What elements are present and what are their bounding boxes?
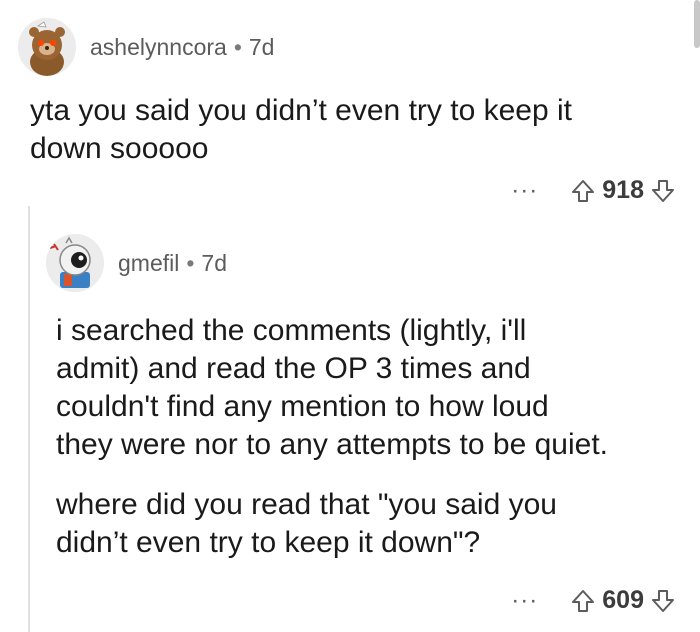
upvote-arrow-icon[interactable] — [570, 588, 596, 614]
vote-score: 918 — [602, 176, 644, 204]
user-avatar[interactable] — [18, 18, 76, 76]
comment-body: i searched the comments (lightly, i'll a… — [56, 312, 608, 562]
meta-separator: • — [186, 249, 195, 276]
username[interactable]: gmefil — [118, 250, 179, 277]
more-options-button[interactable]: ··· — [511, 177, 538, 205]
comment-text-line: admit) and read the OP 3 times and — [56, 352, 531, 385]
vote-score: 609 — [602, 586, 644, 614]
comment-text-line: didn’t even try to keep it down"? — [56, 526, 481, 559]
comment-actions: ··· 918 — [511, 176, 676, 205]
comment-actions: ··· 609 — [511, 586, 676, 615]
timestamp: 7d — [248, 33, 275, 60]
downvote-arrow-icon[interactable] — [650, 178, 676, 204]
more-options-button[interactable]: ··· — [511, 587, 538, 615]
comment-header: gmefil • 7d — [46, 234, 227, 292]
thread-line[interactable] — [28, 206, 30, 632]
snoo-bear-avatar-icon — [18, 18, 76, 76]
meta-separator: • — [233, 33, 242, 60]
user-avatar[interactable] — [46, 234, 104, 292]
scrollbar[interactable] — [694, 0, 700, 48]
comment-header: ashelynncora • 7d — [18, 18, 274, 76]
comment-text-line: i searched the comments (lightly, i'll — [56, 314, 527, 347]
comment-body: yta you said you didn’t even try to keep… — [30, 92, 572, 168]
comment-text-line: couldn't find any mention to how loud — [56, 390, 549, 423]
upvote-arrow-icon[interactable] — [570, 178, 596, 204]
username[interactable]: ashelynncora — [90, 34, 227, 61]
timestamp: 7d — [201, 249, 228, 276]
comment-text-line: yta you said you didn’t even try to keep… — [30, 94, 572, 127]
snoo-robot-avatar-icon — [46, 234, 104, 292]
comment-text-line: down sooooo — [30, 132, 209, 165]
comment-text-line: they were nor to any attempts to be quie… — [56, 428, 608, 461]
downvote-arrow-icon[interactable] — [650, 588, 676, 614]
comment-text-line: where did you read that "you said you — [56, 488, 557, 521]
